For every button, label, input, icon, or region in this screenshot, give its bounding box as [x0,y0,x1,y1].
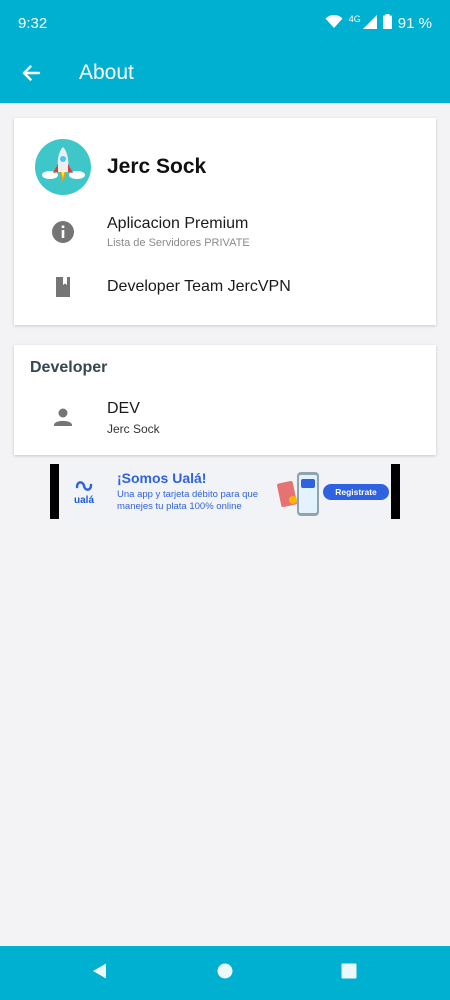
nav-home-icon [216,962,234,985]
nav-recents-icon [340,962,358,985]
ad-text-line-2: manejes tu plata 100% online [117,501,242,512]
list-item-title: DEV [107,400,140,417]
status-time: 9:32 [18,15,48,32]
ad-cta-button[interactable]: Registrate [323,484,389,500]
ad-text-line-1: Una app y tarjeta débito para que [117,489,259,500]
info-icon [51,220,75,244]
nav-back-icon [91,962,109,985]
app-info-card: Jerc Sock Aplicacion Premium Lista de Se… [14,118,436,325]
ad-headline: ¡Somos Ualá! [117,470,207,486]
nav-recents-button[interactable] [335,959,363,987]
person-icon [51,405,75,429]
wifi-icon [325,14,343,33]
ad-banner[interactable]: ualá ¡Somos Ualá! Una app y tarjeta débi… [50,464,400,519]
app-name: Jerc Sock [107,155,207,178]
book-icon [51,275,75,299]
nav-home-button[interactable] [211,959,239,987]
status-bar: 9:32 4G 91 % [0,0,450,46]
section-heading: Developer [30,359,108,376]
app-logo [35,139,91,195]
developer-card: Developer DEV Jerc Sock [14,345,436,455]
battery-level: 91 % [397,15,432,32]
arrow-left-icon [21,63,41,88]
list-item-subtitle: Lista de Servidores PRIVATE [107,237,250,249]
navigation-bar [0,946,450,1000]
ad-content: ualá ¡Somos Ualá! Una app y tarjeta débi… [59,464,391,519]
status-icons: 4G 91 % [325,14,432,33]
battery-icon [382,14,392,33]
list-item-title: Developer Team JercVPN [107,278,291,295]
ad-brand: ualá [74,495,95,506]
page-title: About [79,61,134,84]
network-type: 4G [348,13,361,24]
phone-cards-illustration-icon [277,470,323,519]
back-button[interactable] [14,58,48,92]
list-item-title: Aplicacion Premium [107,215,249,232]
nav-back-button[interactable] [86,959,114,987]
app-bar: About [0,46,450,103]
signal-icon [362,14,377,33]
list-item-subtitle: Jerc Sock [107,422,160,436]
